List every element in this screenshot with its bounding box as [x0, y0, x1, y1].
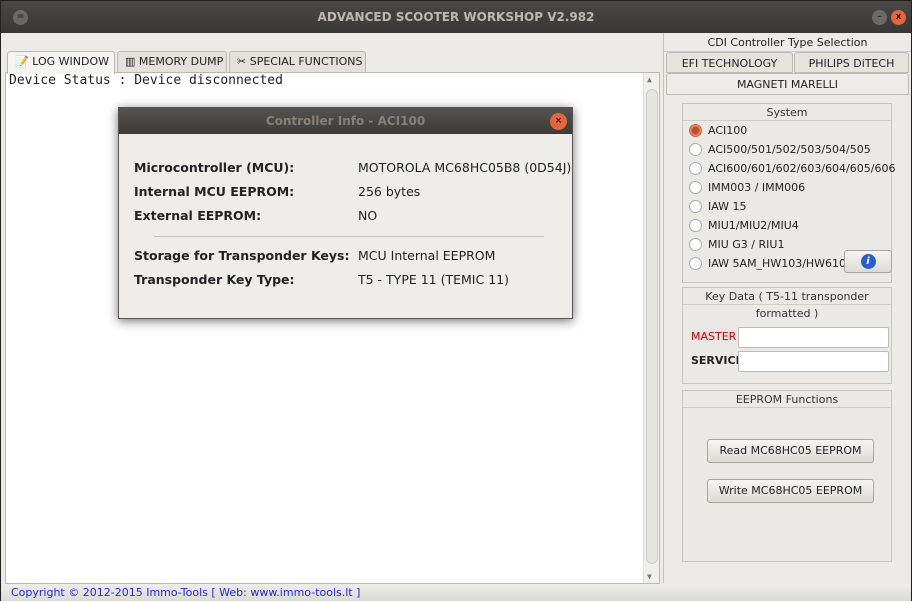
- radio-aci500[interactable]: ACI500/501/502/503/504/505: [689, 142, 871, 158]
- tab-magneti-marelli[interactable]: MAGNETI MARELLI: [666, 73, 909, 95]
- title-bar: = ADVANCED SCOOTER WORKSHOP V2.982 – x: [1, 1, 911, 33]
- radio-icon: [689, 161, 702, 175]
- close-button[interactable]: x: [891, 10, 906, 25]
- status-bar: Copyright © 2012-2015 Immo-Tools [ Web: …: [1, 584, 911, 601]
- radio-icon: [689, 142, 702, 156]
- window-title: ADVANCED SCOOTER WORKSHOP V2.982: [317, 10, 595, 24]
- radio-icon: [689, 256, 702, 270]
- radio-aci100[interactable]: ACI100: [689, 123, 747, 139]
- minimize-button[interactable]: –: [872, 10, 887, 25]
- radio-miu-g3[interactable]: MIU G3 / RIU1: [689, 237, 784, 253]
- master-label: MASTER: [691, 330, 737, 343]
- radio-icon: [689, 180, 702, 194]
- memory-icon: ▥: [125, 55, 136, 68]
- scroll-down-icon[interactable]: ▼: [647, 572, 652, 581]
- radio-imm003[interactable]: IMM003 / IMM006: [689, 180, 805, 196]
- tab-philips-ditech[interactable]: PHILIPS DiTECH: [794, 52, 909, 73]
- key-data-title: Key Data ( T5-11 transponder formatted ): [683, 288, 891, 320]
- dialog-title: Controller Info - ACI100: [265, 114, 426, 128]
- tab-log-window[interactable]: 📝 LOG WINDOW: [7, 51, 115, 74]
- scroll-up-icon[interactable]: ▲: [647, 75, 652, 84]
- dialog-close-button[interactable]: ×: [550, 113, 567, 130]
- tab-special-functions[interactable]: ✂ SPECIAL FUNCTIONS: [229, 51, 366, 73]
- service-input[interactable]: [738, 351, 889, 372]
- tab-memory-dump[interactable]: ▥ MEMORY DUMP: [117, 51, 227, 73]
- write-eeprom-button[interactable]: Write MC68HC05 EEPROM: [707, 479, 874, 503]
- read-eeprom-button[interactable]: Read MC68HC05 EEPROM: [707, 439, 874, 463]
- divider: [154, 236, 544, 237]
- radio-miu[interactable]: MIU1/MIU2/MIU4: [689, 218, 799, 234]
- radio-icon: [689, 218, 702, 232]
- radio-icon: [689, 237, 702, 251]
- controller-info-dialog: Controller Info - ACI100 × Microcontroll…: [118, 107, 573, 319]
- eeprom-group: EEPROM Functions Read MC68HC05 EEPROM Wr…: [682, 390, 892, 562]
- cdi-header: CDI Controller Type Selection: [664, 33, 911, 52]
- tools-icon: ✂: [237, 55, 247, 68]
- radio-aci600[interactable]: ACI600/601/602/603/604/605/606: [689, 161, 895, 177]
- info-button[interactable]: i: [844, 250, 892, 273]
- key-data-group: Key Data ( T5-11 transponder formatted )…: [682, 287, 892, 384]
- cdi-panel: CDI Controller Type Selection EFI TECHNO…: [663, 33, 911, 583]
- window-menu-button[interactable]: =: [13, 10, 28, 25]
- radio-icon: [689, 199, 702, 213]
- info-icon: i: [860, 254, 876, 269]
- dialog-title-bar: Controller Info - ACI100 ×: [119, 108, 572, 134]
- radio-iaw5am[interactable]: IAW 5AM_HW103/HW610: [689, 256, 846, 272]
- main-window: = ADVANCED SCOOTER WORKSHOP V2.982 – x 📝…: [0, 0, 912, 601]
- eeprom-title: EEPROM Functions: [683, 391, 891, 408]
- system-group: System ACI100 ACI500/501/502/503/504/505…: [682, 103, 895, 283]
- log-icon: 📝: [15, 55, 29, 68]
- system-title: System: [683, 104, 891, 121]
- radio-selected-icon: [689, 123, 702, 137]
- scroll-thumb[interactable]: [646, 89, 658, 564]
- master-input[interactable]: [738, 327, 889, 348]
- log-scrollbar[interactable]: ▲ ▼: [643, 73, 659, 583]
- radio-iaw15[interactable]: IAW 15: [689, 199, 747, 215]
- log-line: Device Status : Device disconnected: [9, 73, 283, 88]
- service-label: SERVICE: [691, 354, 744, 367]
- tab-efi-technology[interactable]: EFI TECHNOLOGY: [666, 52, 793, 73]
